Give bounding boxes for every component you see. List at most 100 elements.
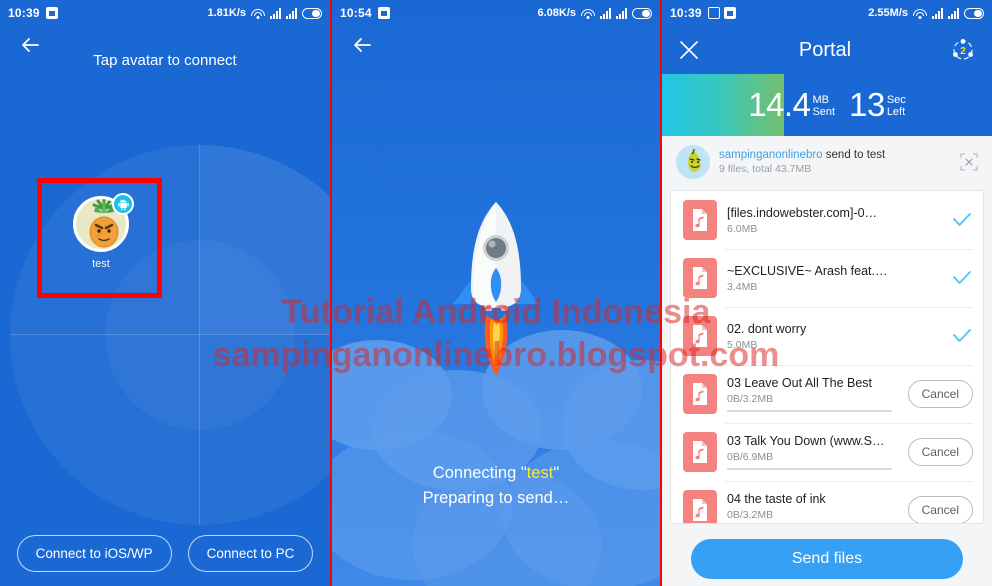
quote-close: " bbox=[553, 463, 560, 482]
file-meta: 03 Leave Out All The Best 0B/3.2MB bbox=[727, 376, 898, 412]
network-speed: 1.81K/s bbox=[207, 7, 246, 19]
status-time: 10:54 bbox=[340, 6, 372, 20]
wifi-icon bbox=[581, 8, 595, 19]
file-size: 0B/3.2MB bbox=[727, 509, 774, 522]
signal-icon-2 bbox=[948, 7, 959, 19]
sent-stat: 14.4 MB Sent bbox=[748, 86, 835, 124]
panel-connect-screen: 10:39 1.81K/s Tap avatar to connect test… bbox=[0, 0, 330, 586]
sender-avatar bbox=[676, 145, 710, 179]
screenshot-icon bbox=[723, 7, 736, 19]
file-row: 04 the taste of ink 0B/3.2MB Cancel bbox=[671, 481, 983, 523]
dismiss-box-icon[interactable] bbox=[960, 153, 978, 171]
status-time: 10:39 bbox=[670, 6, 702, 20]
progress-stats: 14.4 MB Sent 13 Sec Left bbox=[662, 74, 992, 136]
music-file-icon bbox=[683, 200, 717, 240]
file-meta: 03 Talk You Down (www.S… 0B/6.9MB bbox=[727, 434, 898, 470]
connect-ios-wp-button[interactable]: Connect to iOS/WP bbox=[16, 535, 172, 572]
signal-icon-2 bbox=[616, 7, 627, 19]
cancel-button[interactable]: Cancel bbox=[907, 438, 973, 466]
sender-action: send to test bbox=[822, 149, 886, 161]
connecting-device-name: test bbox=[526, 463, 554, 482]
send-bar: Send files bbox=[662, 532, 992, 586]
network-speed: 2.55M/s bbox=[868, 7, 908, 19]
status-right-icons: 6.08K/s bbox=[537, 7, 652, 19]
file-name: 04 the taste of ink bbox=[727, 492, 826, 507]
sent-unit-bottom: Sent bbox=[812, 106, 836, 118]
status-bar-2: 10:54 6.08K/s bbox=[332, 0, 660, 26]
device-avatar-test[interactable]: test bbox=[62, 193, 140, 270]
back-arrow-icon[interactable] bbox=[16, 30, 46, 60]
file-name: 02. dont worry bbox=[727, 321, 807, 336]
file-row: ~EXCLUSIVE~ Arash feat.… 3.4MB bbox=[671, 249, 983, 307]
file-name: [files.indowebster.com]-0… bbox=[727, 205, 878, 220]
three-phone-screenshots: 10:39 1.81K/s Tap avatar to connect test… bbox=[0, 0, 992, 586]
android-icon bbox=[112, 193, 134, 215]
sent-unit: MB Sent bbox=[812, 94, 835, 119]
transfer-list-area: sampinganonlinebro send to test 9 files,… bbox=[662, 136, 992, 532]
sender-text: sampinganonlinebro send to test 9 files,… bbox=[719, 149, 951, 175]
app-icon bbox=[707, 7, 720, 19]
file-row: 03 Leave Out All The Best 0B/3.2MB Cancel bbox=[671, 365, 983, 423]
file-list-card: [files.indowebster.com]-0… 6.0MB ~EXCLUSIV… bbox=[670, 190, 984, 524]
signal-icon-1 bbox=[932, 7, 943, 19]
time-unit: Sec Left bbox=[887, 94, 906, 119]
cancel-button[interactable]: Cancel bbox=[907, 380, 973, 408]
wifi-icon bbox=[913, 8, 927, 19]
music-file-icon bbox=[683, 490, 717, 523]
time-unit-bottom: Left bbox=[886, 106, 906, 118]
file-size: 6.0MB bbox=[727, 222, 758, 235]
status-bar-1: 10:39 1.81K/s bbox=[0, 0, 330, 26]
sender-name: sampinganonlinebro bbox=[719, 149, 823, 161]
connecting-line: Connecting "test" bbox=[332, 461, 660, 487]
sender-summary: sampinganonlinebro send to test 9 files,… bbox=[670, 136, 984, 190]
panel-portal-transfer-screen: 10:39 2.55M/s Portal 2 14.4 MB Sent 13 S… bbox=[662, 0, 992, 586]
status-left-icons bbox=[377, 7, 390, 19]
connect-button-row: Connect to iOS/WP Connect to PC bbox=[0, 535, 330, 572]
battery-icon bbox=[302, 7, 322, 19]
signal-icon-2 bbox=[286, 7, 297, 19]
file-meta: 02. dont worry 5.0MB bbox=[727, 322, 941, 351]
svg-text:2: 2 bbox=[960, 46, 966, 57]
status-bar-3: 10:39 2.55M/s bbox=[662, 0, 992, 26]
sender-subtitle: 9 files, total 43.7MB bbox=[719, 163, 812, 175]
file-meta: [files.indowebster.com]-0… 6.0MB bbox=[727, 206, 941, 235]
time-value: 13 bbox=[849, 86, 885, 123]
status-right-icons: 2.55M/s bbox=[868, 7, 984, 19]
signal-icon-1 bbox=[600, 7, 611, 19]
network-speed: 6.08K/s bbox=[537, 7, 576, 19]
file-row: 02. dont worry 5.0MB bbox=[671, 307, 983, 365]
music-file-icon bbox=[683, 258, 717, 298]
send-files-button[interactable]: Send files bbox=[691, 539, 963, 579]
peers-icon[interactable]: 2 bbox=[950, 37, 976, 63]
file-size: 0B/3.2MB bbox=[727, 393, 774, 406]
sent-unit-top: MB bbox=[812, 93, 829, 106]
portal-header: Portal 2 bbox=[662, 26, 992, 74]
cancel-button[interactable]: Cancel bbox=[907, 496, 973, 523]
connect-pc-button[interactable]: Connect to PC bbox=[187, 535, 314, 572]
device-name: test bbox=[92, 258, 110, 270]
close-x-icon[interactable] bbox=[678, 39, 700, 61]
file-size: 3.4MB bbox=[727, 280, 758, 293]
preparing-line: Preparing to send… bbox=[422, 489, 570, 508]
battery-icon bbox=[632, 7, 652, 19]
transfer-progress: 14.4 MB Sent 13 Sec Left bbox=[662, 74, 992, 136]
back-arrow-icon[interactable] bbox=[348, 30, 378, 60]
connecting-prefix: Connecting bbox=[432, 463, 521, 482]
file-name: 03 Leave Out All The Best bbox=[727, 376, 873, 391]
file-meta: 04 the taste of ink 0B/3.2MB bbox=[727, 492, 898, 523]
file-progress-bar bbox=[727, 410, 892, 412]
rocket-illustration bbox=[441, 196, 551, 381]
status-left-icons bbox=[45, 7, 58, 19]
status-time: 10:39 bbox=[8, 6, 40, 20]
time-left-stat: 13 Sec Left bbox=[849, 86, 906, 124]
screenshot-icon bbox=[45, 7, 58, 19]
page-title: Portal bbox=[798, 38, 852, 61]
file-progress-bar bbox=[727, 468, 892, 470]
time-unit-top: Sec bbox=[886, 93, 906, 106]
sent-value: 14.4 bbox=[748, 86, 811, 123]
wifi-icon bbox=[251, 8, 265, 19]
signal-icon-1 bbox=[270, 7, 281, 19]
battery-icon bbox=[964, 7, 984, 19]
music-file-icon bbox=[683, 432, 717, 472]
check-icon bbox=[951, 267, 973, 289]
